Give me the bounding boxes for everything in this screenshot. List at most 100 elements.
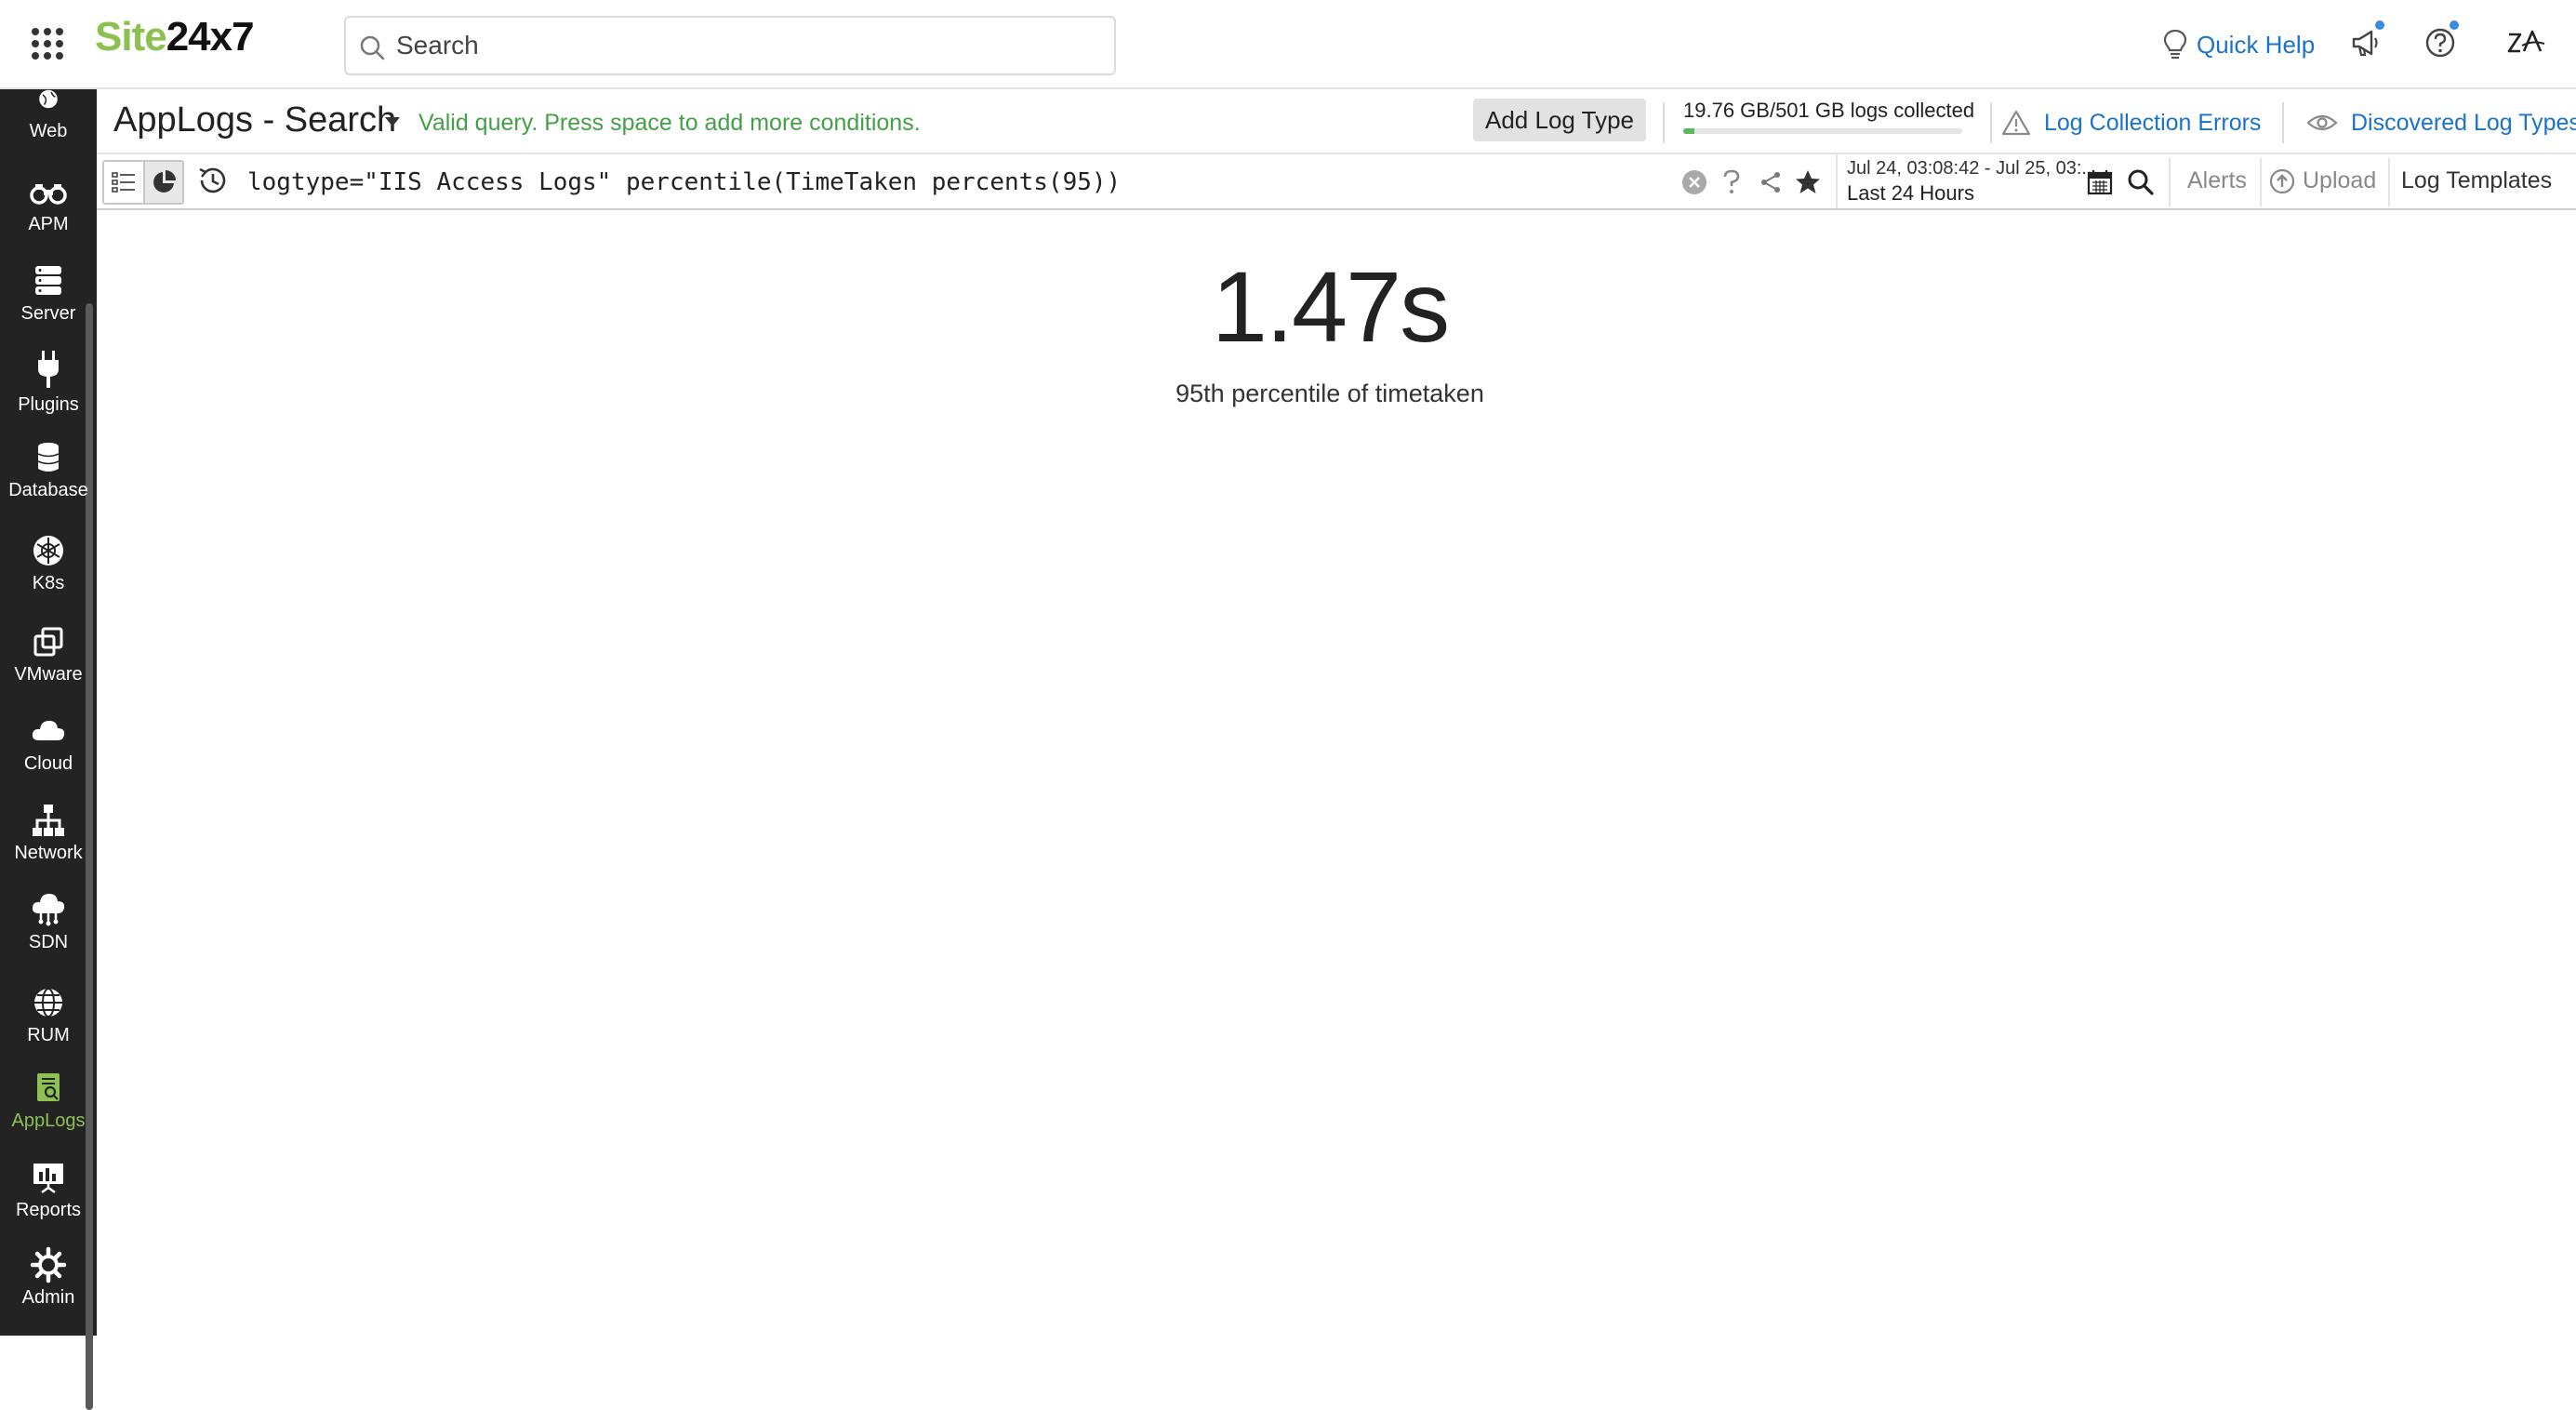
sidebar-item-sdn[interactable]: SDN [0,891,97,953]
sidebar-item-k8s[interactable]: K8s [0,532,97,594]
add-log-type-button[interactable]: Add Log Type [1473,99,1646,141]
discovered-log-types-link[interactable]: Discovered Log Types [2306,106,2576,140]
top-bar: Site24x7 Quick Help [0,0,2576,89]
history-icon [199,167,226,193]
sidebar-item-database[interactable]: Database [0,439,97,501]
divider [2282,102,2284,143]
clear-query-button[interactable] [1678,166,1711,199]
sidebar-item-reports[interactable]: Reports [0,1159,97,1221]
globe-icon [39,89,58,109]
database-icon [37,443,60,472]
share-button[interactable] [1754,166,1787,199]
vmware-icon [33,627,63,657]
plug-icon [38,351,59,388]
rum-globe-icon [34,988,62,1018]
eye-icon [2306,114,2338,131]
sidebar-item-label: VMware [14,664,83,685]
zia-icon [2507,30,2545,53]
result-widget: 1.47s 95th percentile of timetaken [986,251,1674,408]
sidebar-item-label: Database [8,480,88,500]
sidebar-item-vmware[interactable]: VMware [0,623,97,685]
sidebar-item-label: AppLogs [11,1111,86,1131]
help-button[interactable] [2423,19,2461,63]
search-icon [2128,169,2154,195]
search-button[interactable] [2124,166,2158,199]
notification-dot [2373,19,2386,32]
apps-grid-icon[interactable] [32,28,63,60]
log-collection-errors-label: Log Collection Errors [2044,109,2262,136]
sidebar-item-label: APM [28,214,69,234]
applogs-icon [37,1073,60,1101]
favorite-button[interactable] [1791,166,1825,199]
notification-dot [2448,19,2461,32]
sidebar-item-apm[interactable]: APM [0,173,97,235]
pie-chart-icon [153,170,176,193]
lightbulb-icon [2163,29,2187,60]
sidebar-item-server[interactable]: Server [0,262,97,325]
sidebar-item-admin[interactable]: Admin [0,1246,97,1309]
sidebar-item-cloud[interactable]: Cloud [0,712,97,775]
warning-icon [2001,110,2031,136]
upload-label: Upload [2303,167,2377,193]
log-usage-bar [1683,128,1962,134]
upload-button[interactable]: Upload [2269,167,2376,194]
sidebar-item-label: RUM [27,1025,70,1045]
log-templates-label: Log Templates [2401,167,2553,193]
page-title[interactable]: AppLogs - Search [113,100,396,140]
page-header: AppLogs - Search Valid query. Press spac… [97,89,2576,154]
divider [2169,158,2171,206]
result-caption: 95th percentile of timetaken [1175,379,1484,407]
chart-view-button[interactable] [142,162,182,203]
query-input[interactable] [247,162,1754,203]
divider [2388,158,2390,206]
announcements-button[interactable] [2349,19,2386,63]
question-icon [1723,169,1740,193]
list-view-button[interactable] [104,162,143,203]
global-search-input[interactable] [396,27,1084,64]
discovered-log-types-label: Discovered Log Types [2351,109,2576,136]
log-usage-meter: 19.76 GB/501 GB logs collected [1683,99,1975,134]
log-collection-errors-link[interactable]: Log Collection Errors [2001,106,2261,140]
sidebar-item-label: Plugins [18,394,79,415]
log-templates-button[interactable]: Log Templates [2401,167,2552,194]
calendar-button[interactable] [2083,166,2117,199]
quick-help-link[interactable]: Quick Help [2163,24,2315,65]
sidebar: Web APM Server Plugins Database K8s VMwa… [0,89,97,1410]
query-toolbar: Jul 24, 03:08:42 - Jul 25, 03:... Last 2… [97,154,2576,210]
search-history-button[interactable] [195,164,232,201]
sidebar-item-label: SDN [28,932,69,952]
global-search-box[interactable] [344,16,1116,75]
quick-help-label: Quick Help [2197,30,2316,59]
upload-icon [2269,168,2295,193]
divider [1663,102,1665,143]
binoculars-icon [30,184,67,205]
log-usage-bar-fill [1683,128,1694,134]
query-status-message: Valid query. Press space to add more con… [418,110,921,136]
view-toggle [102,160,184,205]
sidebar-item-label: Web [29,121,68,141]
sdn-cloud-icon [32,894,65,926]
divider [2260,158,2262,206]
sidebar-item-applogs[interactable]: AppLogs [0,1070,97,1132]
kubernetes-icon [33,536,63,565]
log-usage-text: 19.76 GB/501 GB logs collected [1683,99,1975,122]
chevron-down-icon[interactable] [385,117,400,126]
network-icon [33,805,64,836]
reports-icon [33,1164,63,1194]
sidebar-item-label: Reports [15,1200,82,1220]
sidebar-item-label: K8s [32,573,65,593]
alerts-button[interactable]: Alerts [2187,167,2247,194]
alerts-label: Alerts [2187,167,2247,193]
site24x7-logo[interactable]: Site24x7 [95,13,255,61]
star-icon [1796,170,1820,193]
sidebar-item-rum[interactable]: RUM [0,984,97,1046]
sidebar-item-web[interactable]: Web [0,89,97,142]
calendar-icon [2087,170,2113,195]
divider [1990,102,1992,143]
server-icon [35,266,61,295]
sidebar-item-plugins[interactable]: Plugins [0,348,97,416]
query-help-button[interactable] [1715,166,1748,199]
gear-icon [30,1246,67,1284]
sidebar-item-network[interactable]: Network [0,802,97,864]
zia-button[interactable] [2505,26,2548,63]
